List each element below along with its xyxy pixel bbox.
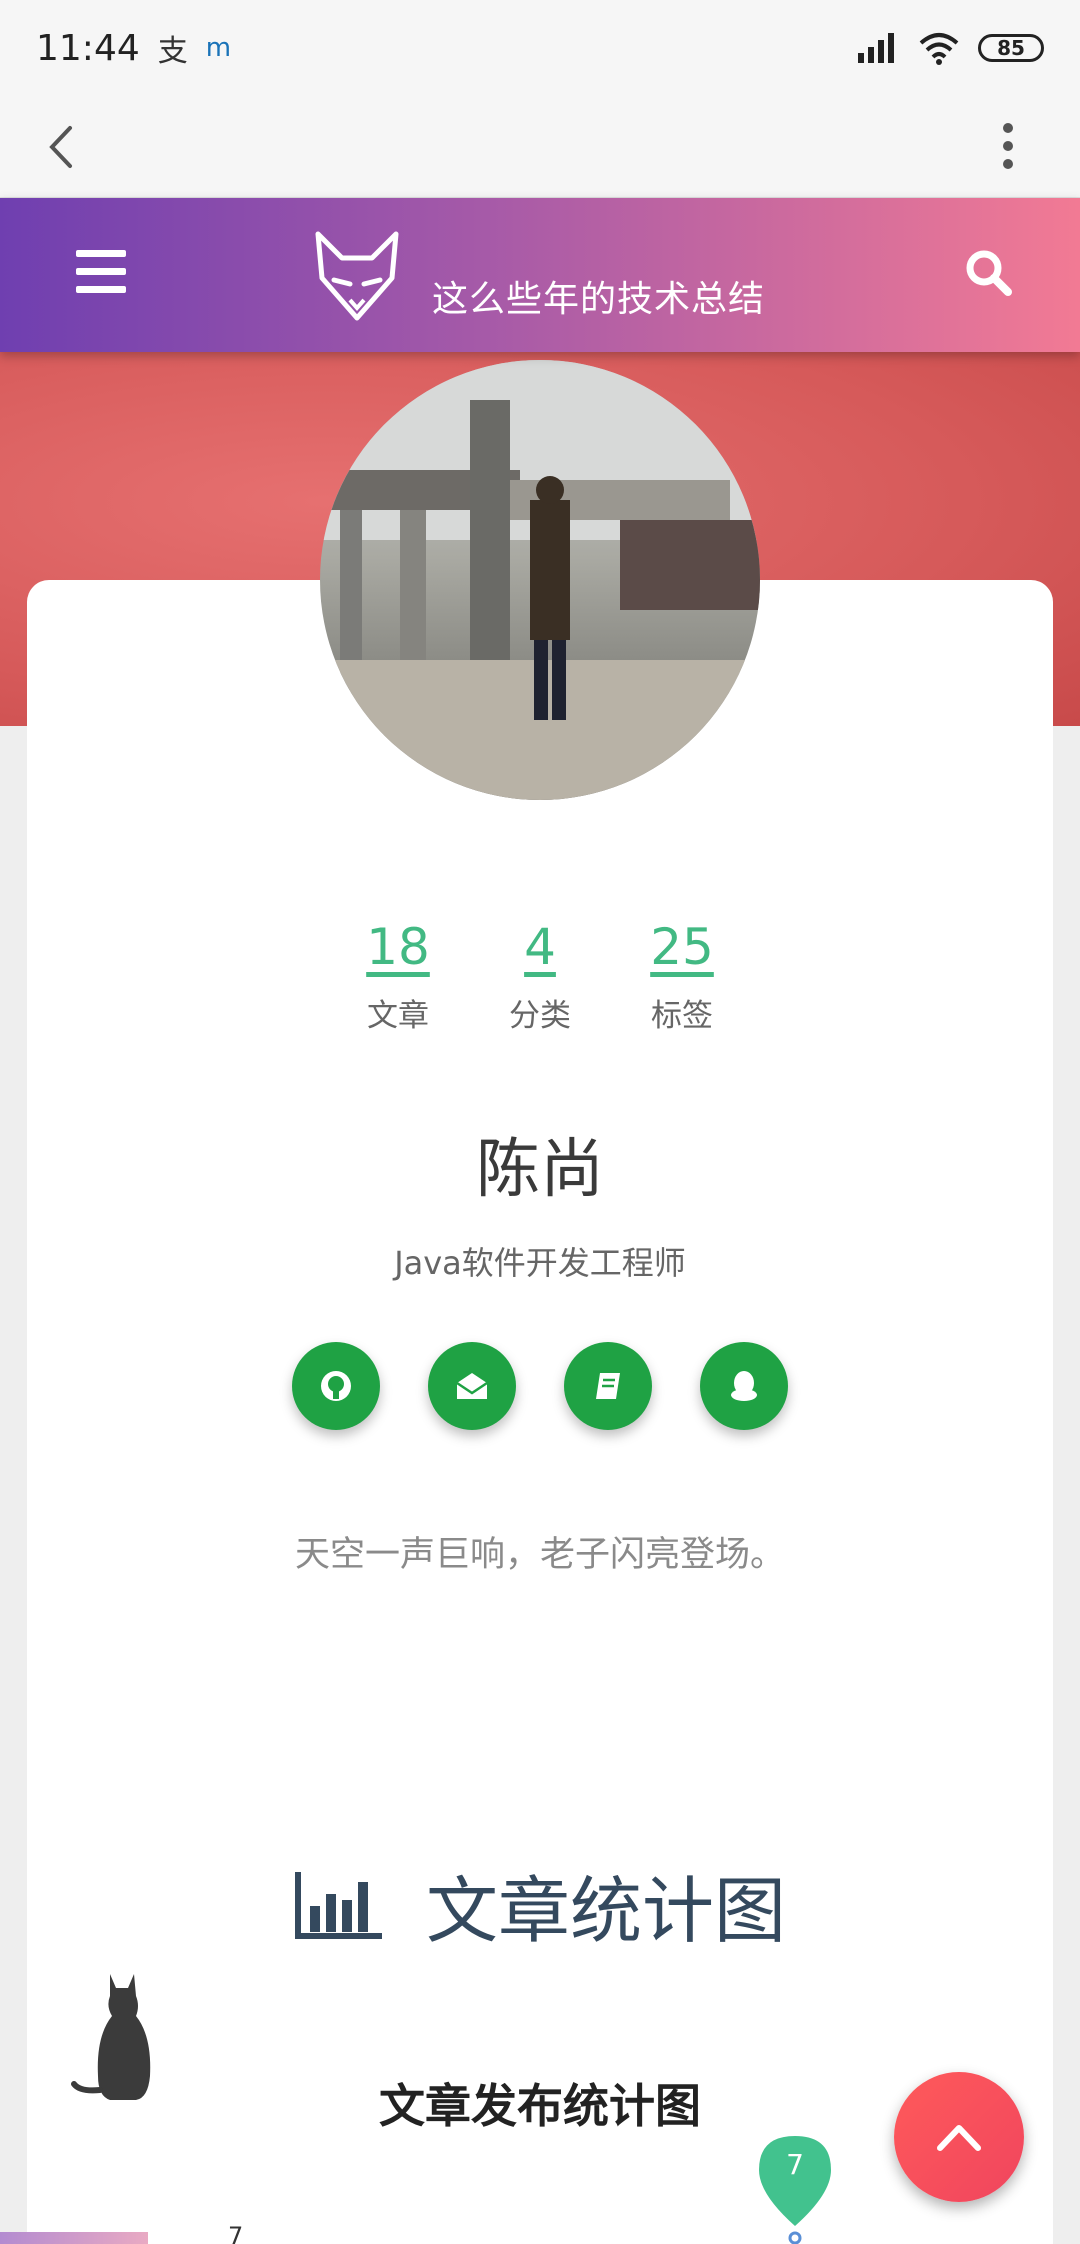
qq-icon <box>731 1371 757 1401</box>
status-indicators: 85 <box>856 31 1044 65</box>
cat-mascot-icon[interactable] <box>70 1966 170 2106</box>
menu-icon[interactable] <box>76 250 126 294</box>
book-icon <box>596 1373 620 1399</box>
chevron-up-icon <box>937 2125 981 2151</box>
browser-bar <box>0 96 1080 198</box>
bar-chart-icon <box>294 1871 382 1939</box>
stat-articles-value[interactable]: 18 <box>353 918 443 976</box>
status-bar: 11:44 支 m 85 <box>0 0 1080 96</box>
github-icon <box>321 1371 351 1401</box>
section-title: 文章统计图 <box>425 1869 786 1953</box>
back-arrow-icon[interactable] <box>40 122 84 172</box>
blog-button[interactable] <box>564 1342 652 1430</box>
stat-articles[interactable]: 18 文章 <box>353 918 443 1035</box>
app-notification-icon: m <box>205 33 232 63</box>
fox-logo-icon[interactable] <box>312 228 402 324</box>
profile-motto: 天空一声巨响，老子闪亮登场。 <box>294 1535 785 1575</box>
stat-tags-value[interactable]: 25 <box>637 918 727 976</box>
section-heading: 文章统计图 <box>0 1852 1080 1957</box>
status-time: 11:44 <box>36 27 140 69</box>
more-options-icon[interactable] <box>990 116 1026 176</box>
scroll-to-top-button[interactable] <box>894 2072 1024 2202</box>
stat-tags-label: 标签 <box>651 998 713 1034</box>
stat-categories-label: 分类 <box>509 998 571 1034</box>
battery-indicator: 85 <box>978 34 1044 62</box>
social-links <box>0 1342 1080 1430</box>
profile-name: 陈尚 <box>476 1133 604 1207</box>
bottom-progress-strip <box>0 2232 148 2244</box>
search-icon[interactable] <box>964 248 1014 298</box>
qq-button[interactable] <box>700 1342 788 1430</box>
wifi-icon <box>919 33 959 65</box>
mail-icon <box>456 1373 488 1399</box>
avatar-photo <box>320 360 760 800</box>
signal-icon <box>858 33 894 63</box>
avatar <box>320 360 760 800</box>
profile-job-title: Java软件开发工程师 <box>394 1244 686 1282</box>
github-button[interactable] <box>292 1342 380 1430</box>
site-title[interactable]: 这么些年的技术总结 <box>432 270 765 322</box>
chart-axis-tick: 7 <box>228 2222 244 2244</box>
stat-articles-label: 文章 <box>367 998 429 1034</box>
stat-categories-value[interactable]: 4 <box>495 918 585 976</box>
stat-categories[interactable]: 4 分类 <box>495 918 585 1035</box>
email-button[interactable] <box>428 1342 516 1430</box>
alipay-notification-icon: 支 <box>157 34 188 69</box>
profile-stats: 18 文章 4 分类 25 标签 <box>0 918 1080 1035</box>
battery-level: 85 <box>997 36 1025 60</box>
chart-marker-pin: 7 <box>757 2134 833 2244</box>
stat-tags[interactable]: 25 标签 <box>637 918 727 1035</box>
chart-marker-value: 7 <box>786 2148 804 2181</box>
app-header: 这么些年的技术总结 <box>0 198 1080 352</box>
